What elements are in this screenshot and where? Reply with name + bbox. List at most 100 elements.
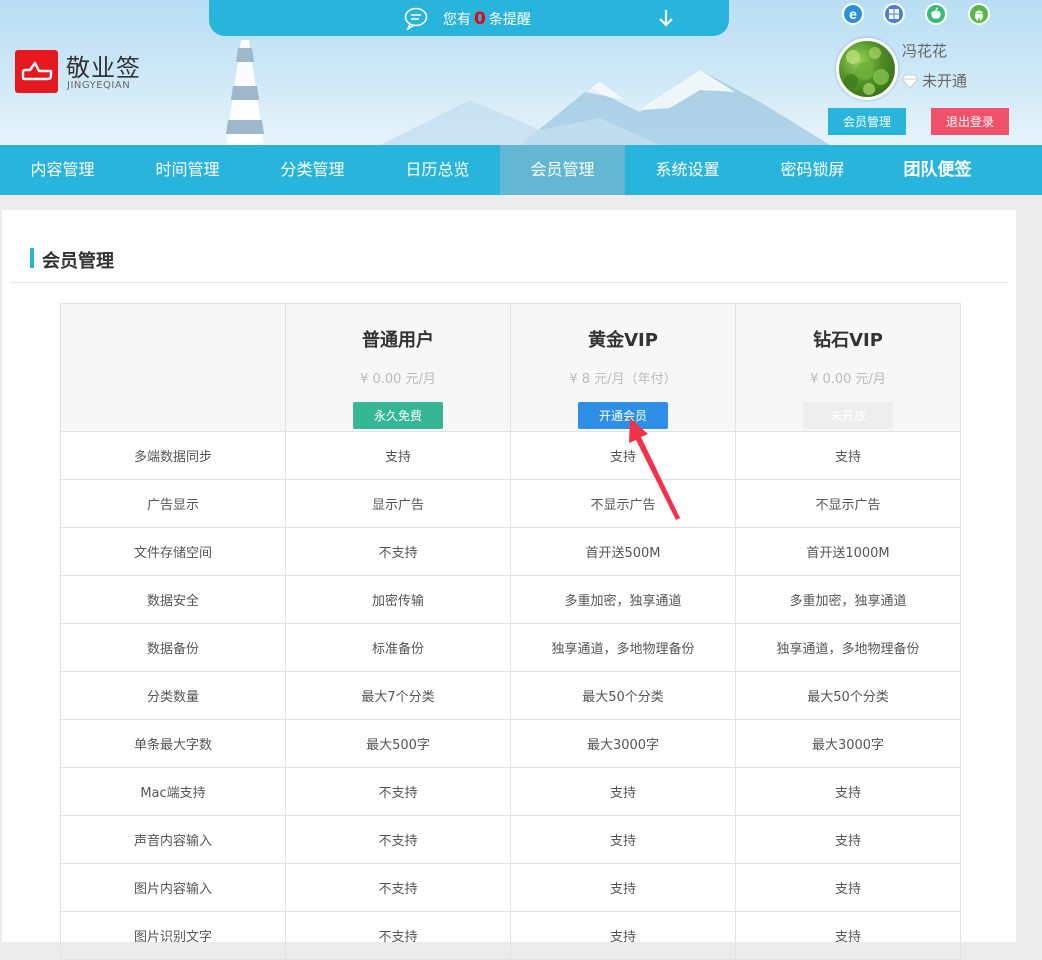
feature-value: 标准备份 xyxy=(285,623,511,672)
not-open-button[interactable]: 未开放 xyxy=(803,402,893,429)
feature-value: 支持 xyxy=(510,863,736,912)
feature-value: 独享通道，多地物理备份 xyxy=(510,623,736,672)
feature-value: 最大3000字 xyxy=(735,719,961,768)
table-row: 数据安全 加密传输 多重加密，独享通道 多重加密，独享通道 xyxy=(60,575,961,624)
plan-price: ¥ 0.00 元/月 xyxy=(360,372,436,387)
notice-bar[interactable]: 您有 0 条提醒 xyxy=(209,0,729,36)
nav-item-settings[interactable]: 系统设置 xyxy=(625,145,750,195)
feature-value: 首开送1000M xyxy=(735,527,961,576)
member-management-button[interactable]: 会员管理 xyxy=(828,108,906,135)
nav-item-time[interactable]: 时间管理 xyxy=(125,145,250,195)
feature-value: 独享通道，多地物理备份 xyxy=(735,623,961,672)
feature-value: 支持 xyxy=(735,431,961,480)
apple-icon[interactable] xyxy=(924,2,948,26)
page-title: 会员管理 xyxy=(42,251,114,272)
feature-value: 最大7个分类 xyxy=(285,671,511,720)
plan-price: ¥ 0.00 元/月 xyxy=(810,372,886,387)
table-row: 广告显示 显示广告 不显示广告 不显示广告 xyxy=(60,479,961,528)
logo-subtitle: JINGYEQIAN xyxy=(67,80,131,91)
table-row: 多端数据同步 支持 支持 支持 xyxy=(60,431,961,480)
nav-item-team-notes[interactable]: 团队便签 xyxy=(875,145,1000,195)
feature-value: 支持 xyxy=(510,815,736,864)
annotation-arrow xyxy=(629,418,680,520)
feature-value: 不支持 xyxy=(285,767,511,816)
arrow-down-icon[interactable] xyxy=(656,8,676,28)
feature-value: 支持 xyxy=(735,863,961,912)
corner-cell xyxy=(60,303,286,432)
feature-value: 多重加密，独享通道 xyxy=(510,575,736,624)
feature-name: 图片识别文字 xyxy=(60,911,286,960)
main-nav: 内容管理 时间管理 分类管理 日历总览 会员管理 系统设置 密码锁屏 团队便签 xyxy=(0,145,1042,195)
feature-value: 最大50个分类 xyxy=(510,671,736,720)
logo-title: 敬业签 xyxy=(66,54,141,82)
plan-price: ¥ 8 元/月（年付） xyxy=(569,372,677,387)
feature-value: 最大3000字 xyxy=(510,719,736,768)
plan-name: 普通用户 xyxy=(362,330,434,351)
feature-name: 广告显示 xyxy=(60,479,286,528)
ie-icon[interactable]: e xyxy=(841,2,865,26)
plan-name: 黄金VIP xyxy=(588,330,658,351)
feature-name: 数据备份 xyxy=(60,623,286,672)
feature-name: 数据安全 xyxy=(60,575,286,624)
username: 冯花花 xyxy=(902,42,948,60)
plan-column-gold: 黄金VIP ¥ 8 元/月（年付） 开通会员 xyxy=(510,303,736,432)
vip-status: 未开通 xyxy=(901,70,968,91)
feature-value: 支持 xyxy=(735,815,961,864)
logout-button[interactable]: 退出登录 xyxy=(931,108,1009,135)
feature-value: 最大500字 xyxy=(285,719,511,768)
feature-value: 支持 xyxy=(510,911,736,960)
feature-value: 多重加密，独享通道 xyxy=(735,575,961,624)
section-accent-bar xyxy=(30,248,34,268)
feature-value: 支持 xyxy=(735,911,961,960)
header: 您有 0 条提醒 敬业签 JINGYEQIAN e 冯花花 未开通 会员管理 退… xyxy=(0,0,1042,145)
nav-item-lockscreen[interactable]: 密码锁屏 xyxy=(750,145,875,195)
table-row: 分类数量 最大7个分类 最大50个分类 最大50个分类 xyxy=(60,671,961,720)
feature-name: 声音内容输入 xyxy=(60,815,286,864)
feature-value: 不支持 xyxy=(285,911,511,960)
free-forever-button[interactable]: 永久免费 xyxy=(353,402,443,429)
diamond-icon xyxy=(901,74,919,89)
notice-suffix: 条提醒 xyxy=(488,12,531,28)
feature-value: 不支持 xyxy=(285,863,511,912)
nav-item-calendar[interactable]: 日历总览 xyxy=(375,145,500,195)
feature-value: 不支持 xyxy=(285,527,511,576)
feature-value: 支持 xyxy=(510,767,736,816)
feature-value: 最大50个分类 xyxy=(735,671,961,720)
main-panel: 会员管理 普通用户 ¥ 0.00 元/月 永久免费 黄金VIP ¥ 8 元/月（… xyxy=(2,210,1016,960)
table-row: 图片内容输入 不支持 支持 支持 xyxy=(60,863,961,912)
logo-icon xyxy=(15,50,58,93)
windows-icon[interactable] xyxy=(882,2,906,26)
plan-column-free: 普通用户 ¥ 0.00 元/月 永久免费 xyxy=(285,303,511,432)
notice-prefix: 您有 xyxy=(443,12,471,28)
plan-comparison-table: 普通用户 ¥ 0.00 元/月 永久免费 黄金VIP ¥ 8 元/月（年付） 开… xyxy=(60,303,961,960)
feature-name: 图片内容输入 xyxy=(60,863,286,912)
feature-value: 加密传输 xyxy=(285,575,511,624)
notice-text: 您有 0 条提醒 xyxy=(443,9,531,29)
plan-column-diamond: 钻石VIP ¥ 0.00 元/月 未开放 xyxy=(735,303,961,432)
feature-name: 多端数据同步 xyxy=(60,431,286,480)
feature-name: 单条最大字数 xyxy=(60,719,286,768)
notice-count: 0 xyxy=(474,9,486,29)
table-row: 图片识别文字 不支持 支持 支持 xyxy=(60,911,961,960)
svg-text:e: e xyxy=(849,6,857,22)
table-row: 文件存储空间 不支持 首开送500M 首开送1000M xyxy=(60,527,961,576)
feature-value: 不支持 xyxy=(285,815,511,864)
feature-value: 显示广告 xyxy=(285,479,511,528)
table-row: 单条最大字数 最大500字 最大3000字 最大3000字 xyxy=(60,719,961,768)
plan-header-row: 普通用户 ¥ 0.00 元/月 永久免费 黄金VIP ¥ 8 元/月（年付） 开… xyxy=(60,303,961,432)
divider xyxy=(10,282,1008,283)
nav-item-content[interactable]: 内容管理 xyxy=(0,145,125,195)
feature-name: Mac端支持 xyxy=(60,767,286,816)
avatar[interactable] xyxy=(836,38,898,100)
vip-status-text: 未开通 xyxy=(922,72,968,90)
table-row: 数据备份 标准备份 独享通道，多地物理备份 独享通道，多地物理备份 xyxy=(60,623,961,672)
feature-value: 首开送500M xyxy=(510,527,736,576)
feature-value: 支持 xyxy=(285,431,511,480)
android-icon[interactable] xyxy=(967,2,991,26)
chat-bubble-icon xyxy=(404,7,428,30)
plan-name: 钻石VIP xyxy=(813,330,883,351)
nav-item-membership[interactable]: 会员管理 xyxy=(500,145,625,195)
feature-value: 支持 xyxy=(735,767,961,816)
nav-item-category[interactable]: 分类管理 xyxy=(250,145,375,195)
table-row: 声音内容输入 不支持 支持 支持 xyxy=(60,815,961,864)
